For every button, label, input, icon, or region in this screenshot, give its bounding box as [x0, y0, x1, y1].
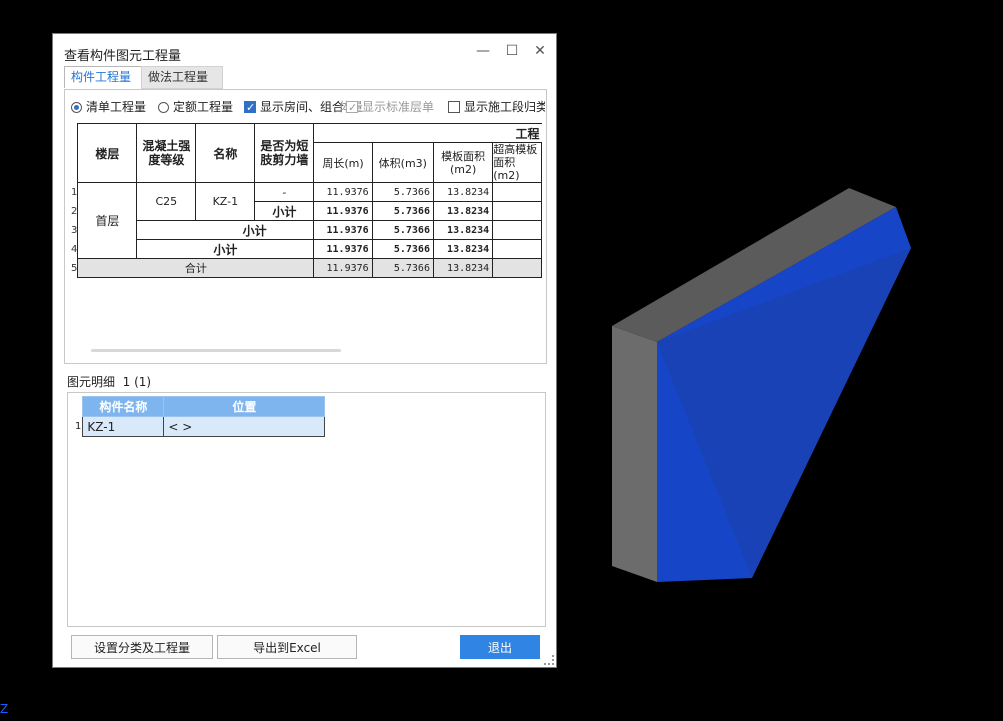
cell-volume: 5.7366: [371, 258, 434, 278]
detail-label-text: 图元明细: [67, 375, 116, 389]
options-bar: 清单工程量 定额工程量 显示房间、组合 体量 显示标准层单 显示施工段归类: [71, 98, 545, 116]
cell-formwork: 13.8234: [432, 239, 494, 259]
checkbox-unchecked-icon[interactable]: [448, 101, 460, 113]
check-std-floor-label: 显示标准层单: [362, 100, 435, 114]
check-show-room[interactable]: 显示房间、组合: [244, 98, 344, 116]
cell-formwork: 13.8234: [432, 258, 494, 278]
cell-super-formwork: [492, 239, 542, 259]
cell-component: KZ-1: [195, 182, 256, 221]
cell-volume: 5.7366: [371, 201, 434, 221]
cell-floor: 首层: [77, 182, 138, 259]
col-header-floor: 楼层: [77, 123, 138, 183]
row-number: 1: [71, 186, 78, 198]
check-room-label: 显示房间、组合: [260, 100, 345, 114]
col-group-header: 工程: [313, 123, 542, 143]
tab-component-quantity[interactable]: 构件工程量: [64, 66, 146, 88]
setup-quantity-button[interactable]: 设置分类及工程量: [71, 635, 213, 659]
cell-subtotal: 小计: [136, 239, 315, 259]
radio-unselected-icon[interactable]: [158, 102, 169, 113]
cell-perimeter: 11.9376: [313, 201, 373, 221]
cell-total: 合计: [77, 258, 315, 278]
cell-formwork: 13.8234: [432, 201, 494, 221]
dialog-title: 查看构件图元工程量: [64, 49, 182, 64]
check-std-floor[interactable]: 显示标准层单: [346, 98, 434, 116]
radio-quota-quantity[interactable]: 定额工程量: [158, 98, 233, 116]
row-num-blank: [71, 124, 78, 143]
cell-perimeter: 11.9376: [313, 182, 373, 202]
row-number: 1: [74, 416, 83, 437]
col-header-shear-wall: 是否为短肢剪力墙: [254, 123, 315, 183]
check-stage[interactable]: 显示施工段归类: [448, 98, 545, 116]
cell-volume: 5.7366: [371, 239, 434, 259]
cell-formwork: 13.8234: [432, 182, 494, 202]
cell-blank: [136, 220, 196, 240]
minimize-icon[interactable]: —: [474, 42, 492, 60]
check-stage-label: 显示施工段归类: [464, 100, 545, 114]
detail-row[interactable]: 1 KZ-1 < >: [74, 416, 326, 437]
row-number: 4: [71, 243, 78, 255]
cell-super-formwork: [492, 220, 542, 240]
row-num-blank: [71, 143, 78, 183]
col-header-perimeter: 周长(m): [313, 142, 373, 183]
cell-component-name: KZ-1: [82, 416, 165, 437]
row-number: 3: [71, 224, 78, 236]
cell-super-formwork: [492, 201, 542, 221]
col-header-super-formwork: 超高模板面积(m2): [492, 142, 542, 183]
detail-count: 1 (1): [122, 375, 152, 389]
row-num-blank: [74, 397, 83, 417]
resize-grip-icon[interactable]: [544, 655, 554, 665]
checkbox-disabled-icon: [346, 99, 358, 116]
export-excel-button[interactable]: 导出到Excel: [217, 635, 357, 659]
quantity-dialog: 查看构件图元工程量 — ☐ ✕ 构件工程量 做法工程量 清单工程量 定额工程量 …: [52, 33, 557, 668]
detail-table: 构件名称 位置 1 KZ-1 < >: [74, 396, 326, 437]
quantity-panel: 清单工程量 定额工程量 显示房间、组合 体量 显示标准层单 显示施工段归类 楼层…: [64, 89, 547, 364]
cell-subtotal: 小计: [254, 201, 315, 221]
cell-perimeter: 11.9376: [313, 258, 373, 278]
cell-formwork: 13.8234: [432, 220, 494, 240]
cell-position: < >: [163, 416, 326, 437]
col-header-concrete: 混凝土强度等级: [136, 123, 197, 183]
cell-dash: -: [254, 182, 315, 202]
row-number: 5: [71, 258, 78, 278]
radio-bill-quantity[interactable]: 清单工程量: [71, 98, 146, 116]
radio-selected-icon[interactable]: [71, 102, 82, 113]
close-icon[interactable]: ✕: [531, 42, 549, 60]
exit-button[interactable]: 退出: [460, 635, 540, 659]
cell-grade: C25: [136, 182, 197, 221]
tab-method-quantity[interactable]: 做法工程量: [141, 66, 223, 89]
cell-super-formwork: [492, 258, 542, 278]
cell-subtotal: 小计: [195, 220, 315, 240]
col-header-formwork: 模板面积(m2): [432, 142, 494, 183]
maximize-icon[interactable]: ☐: [503, 42, 521, 60]
cell-volume: 5.7366: [371, 182, 434, 202]
checkbox-checked-icon[interactable]: [244, 99, 256, 116]
radio-bill-label: 清单工程量: [86, 100, 147, 114]
detail-title: 图元明细 1 (1): [67, 373, 151, 390]
col-header-name: 名称: [195, 123, 256, 183]
col-header-volume: 体积(m3): [371, 142, 434, 183]
cell-volume: 5.7366: [371, 220, 434, 240]
col-header-component-name: 构件名称: [82, 396, 165, 417]
radio-quota-label: 定额工程量: [173, 100, 234, 114]
cell-perimeter: 11.9376: [313, 220, 373, 240]
horizontal-scrollbar[interactable]: [91, 349, 341, 352]
quantity-table: 楼层 混凝土强度等级 名称 是否为短肢剪力墙 工程 周长(m) 体积(m3) 模…: [71, 123, 542, 278]
axis-label-z: Z: [0, 702, 9, 716]
row-number: 2: [71, 205, 78, 217]
cell-perimeter: 11.9376: [313, 239, 373, 259]
detail-panel: 构件名称 位置 1 KZ-1 < >: [67, 392, 546, 627]
dialog-titlebar[interactable]: 查看构件图元工程量 — ☐ ✕: [53, 34, 556, 68]
col-header-position: 位置: [163, 396, 326, 417]
quantity-grid[interactable]: 楼层 混凝土强度等级 名称 是否为短肢剪力墙 工程 周长(m) 体积(m3) 模…: [71, 123, 542, 355]
column-side-face: [612, 326, 657, 582]
cell-super-formwork: [492, 182, 542, 202]
